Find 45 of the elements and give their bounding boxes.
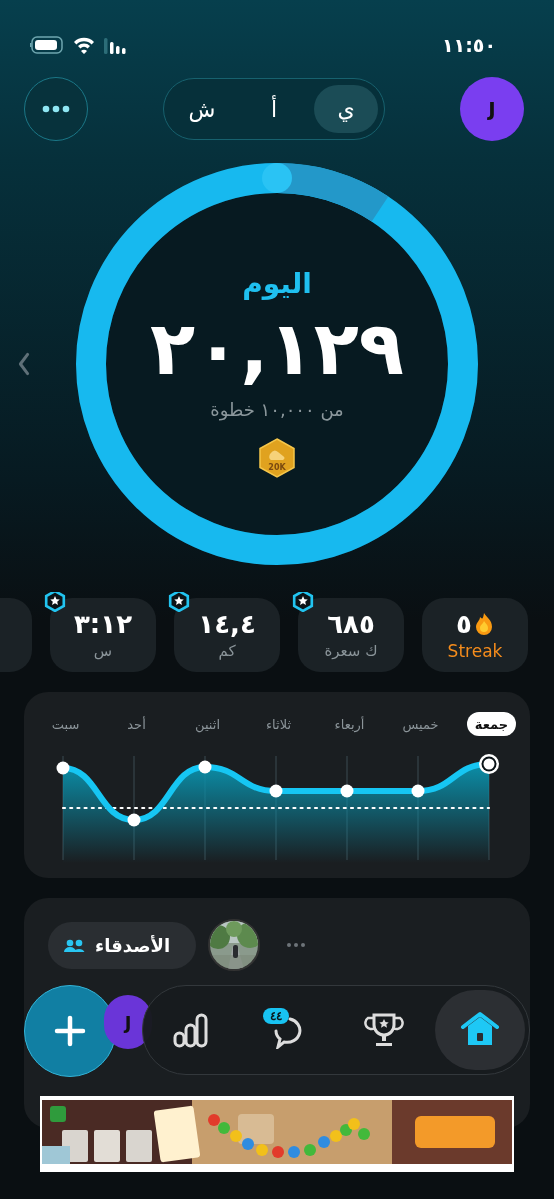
day-tab[interactable]: ثلاثاء xyxy=(257,712,300,736)
stat-unit: س xyxy=(93,641,113,662)
day-tab[interactable]: خميس xyxy=(394,712,447,736)
step-goal: من ١٠,٠٠٠ خطوة xyxy=(210,398,344,423)
stat-unit: كم xyxy=(218,641,236,662)
flame-icon xyxy=(473,612,494,636)
signal-icon xyxy=(104,36,126,54)
clock-time: ١١:٥٠ xyxy=(442,34,496,56)
previous-day-icon[interactable] xyxy=(18,352,30,376)
data-point xyxy=(340,784,354,798)
profile-avatar[interactable]: J xyxy=(460,77,524,141)
period-tab[interactable]: أ xyxy=(242,85,306,133)
data-point xyxy=(127,813,141,827)
stat-value: ٦٨٥ xyxy=(327,608,375,640)
more-icon xyxy=(42,105,70,113)
friends-button[interactable]: الأصدقاء xyxy=(48,921,197,969)
data-point xyxy=(198,760,212,774)
today-label: اليوم xyxy=(242,266,312,302)
people-icon xyxy=(64,938,85,952)
streak-label: Streak xyxy=(447,640,503,662)
wifi-icon xyxy=(72,35,96,55)
message-count-badge: ٤٤ xyxy=(263,1008,289,1024)
achievement-badge: 20K xyxy=(257,438,297,478)
data-point xyxy=(269,784,283,798)
nav-tab[interactable]: ٤٤ xyxy=(243,990,333,1070)
day-tab[interactable]: جمعة xyxy=(466,712,517,736)
stat-value: ٣:١٢ xyxy=(74,608,132,640)
trophy-icon xyxy=(364,1011,404,1049)
nav-tab[interactable] xyxy=(435,990,525,1070)
day-tab[interactable]: أحد xyxy=(119,712,154,736)
stat-value: ١٤,٤ xyxy=(198,608,256,640)
plus-icon xyxy=(54,1015,86,1047)
day-tab[interactable]: أربعاء xyxy=(326,712,373,736)
data-point xyxy=(411,784,425,798)
day-tab[interactable]: سبت xyxy=(43,712,88,736)
day-tab[interactable]: اثنين xyxy=(187,712,228,736)
period-tab[interactable]: ش xyxy=(170,85,234,133)
data-point xyxy=(56,761,70,775)
more-icon[interactable] xyxy=(286,942,307,948)
period-tab[interactable]: ي xyxy=(314,85,378,133)
battery-icon xyxy=(30,36,64,54)
selected-data-point xyxy=(479,754,499,774)
streak-count: ٥ xyxy=(456,608,472,640)
stat-unit: ك سعرة xyxy=(324,641,378,662)
step-count: ٢٠,١٢٩ xyxy=(150,304,404,393)
